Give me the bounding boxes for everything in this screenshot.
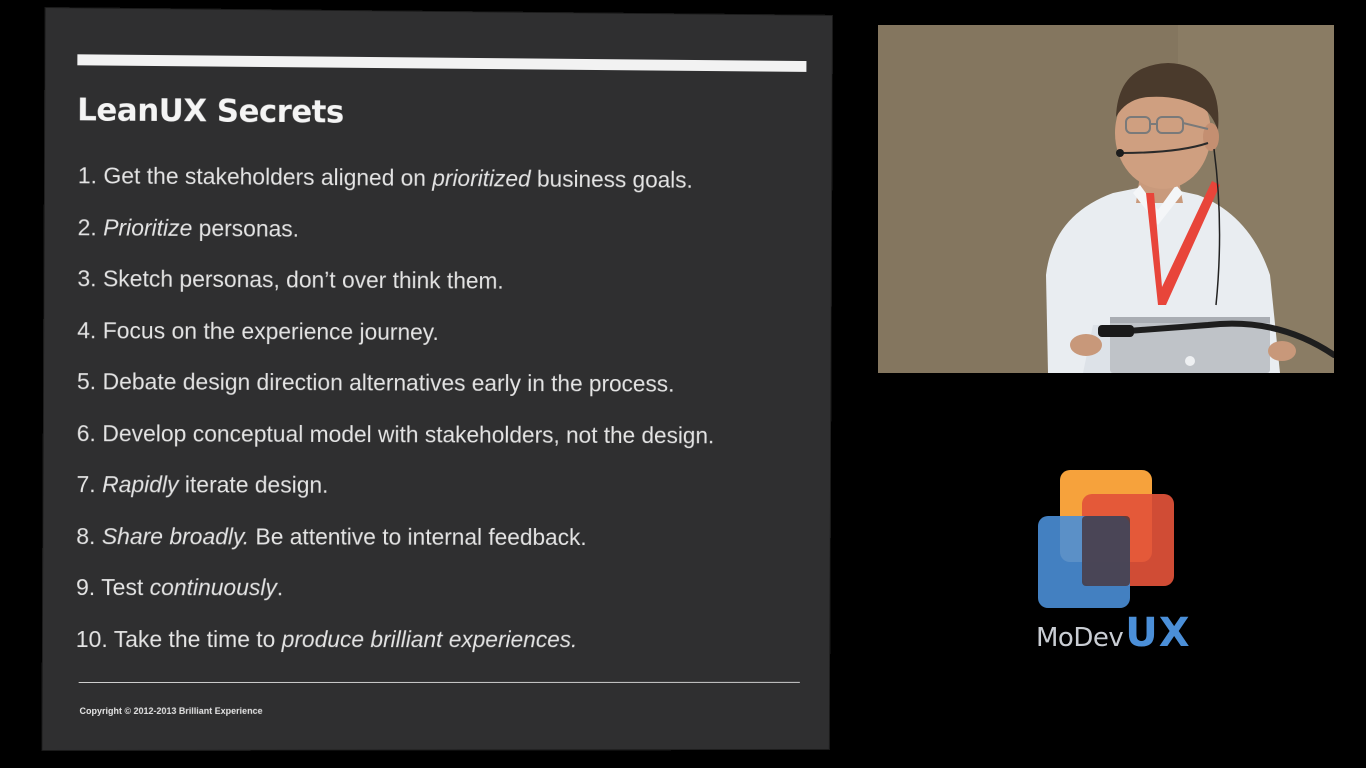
secret-item-emphasis: produce brilliant experiences. — [281, 625, 578, 652]
logo-modev-text: MoDev — [1036, 623, 1124, 653]
secret-item: 7. Rapidly iterate design. — [76, 465, 714, 518]
logo-overlap-square — [1082, 516, 1130, 586]
secret-item-text: iterate design. — [178, 471, 329, 498]
secret-item-number: 10. — [75, 625, 114, 652]
secret-item-text: Focus on the experience journey. — [102, 316, 439, 345]
secret-item-text: Test — [101, 574, 150, 601]
slide-top-rule — [77, 54, 807, 72]
speaker-video — [878, 25, 1334, 373]
secret-item-number: 7. — [76, 471, 103, 498]
secret-item-text: personas. — [192, 214, 300, 242]
secret-item-text: Sketch personas, don’t over think them. — [102, 265, 504, 294]
secret-item: 3. Sketch personas, don’t over think the… — [77, 259, 715, 314]
secret-item-number: 3. — [77, 265, 104, 292]
slide-bottom-rule — [78, 681, 800, 683]
presentation-slide: LeanUX Secrets 1. Get the stakeholders a… — [42, 8, 833, 751]
secret-item-text: . — [276, 574, 284, 601]
modev-ux-wordmark: MoDevUX — [1036, 610, 1191, 656]
speaker-illustration — [878, 25, 1334, 373]
secret-item: 8. Share broadly. Be attentive to intern… — [76, 517, 714, 569]
secret-item-text: Take the time to — [113, 625, 282, 652]
secret-item: 6. Develop conceptual model with stakeho… — [77, 414, 715, 467]
secret-item-emphasis: Prioritize — [103, 213, 193, 241]
secret-item: 4. Focus on the experience journey. — [77, 311, 715, 365]
secret-item-emphasis: prioritized — [432, 164, 531, 192]
secret-item-text: Get the stakeholders aligned on — [103, 162, 433, 191]
slide-title: LeanUX Secrets — [77, 92, 344, 131]
secret-item-emphasis: Share broadly. — [101, 522, 250, 549]
secret-item: 10. Take the time to produce brilliant e… — [76, 620, 714, 671]
logo-ux-text: UX — [1125, 610, 1191, 656]
secrets-list: 1. Get the stakeholders aligned on prior… — [76, 156, 716, 671]
secret-item-number: 1. — [77, 162, 104, 189]
secret-item-text: Debate design direction alternatives ear… — [102, 368, 675, 397]
secret-item: 2. Prioritize personas. — [77, 208, 715, 263]
secret-item-text: Develop conceptual model with stakeholde… — [102, 419, 715, 448]
secret-item-emphasis: Rapidly — [101, 471, 179, 498]
secret-item-text: business goals. — [530, 165, 693, 193]
secret-item-number: 9. — [76, 574, 102, 601]
secret-item: 1. Get the stakeholders aligned on prior… — [78, 156, 716, 212]
secret-item-emphasis: continuously — [149, 574, 277, 601]
secret-item: 9. Test continuously. — [76, 568, 714, 620]
secret-item-number: 8. — [76, 522, 102, 549]
secret-item: 5. Debate design direction alternatives … — [77, 362, 715, 416]
secret-item-number: 5. — [76, 368, 103, 395]
slide-copyright: Copyright © 2012-2013 Brilliant Experien… — [79, 705, 263, 716]
secret-item-number: 2. — [77, 213, 104, 240]
secret-item-text: Be attentive to internal feedback. — [249, 522, 587, 550]
secret-item-number: 4. — [77, 316, 103, 343]
secret-item-number: 6. — [76, 419, 103, 446]
